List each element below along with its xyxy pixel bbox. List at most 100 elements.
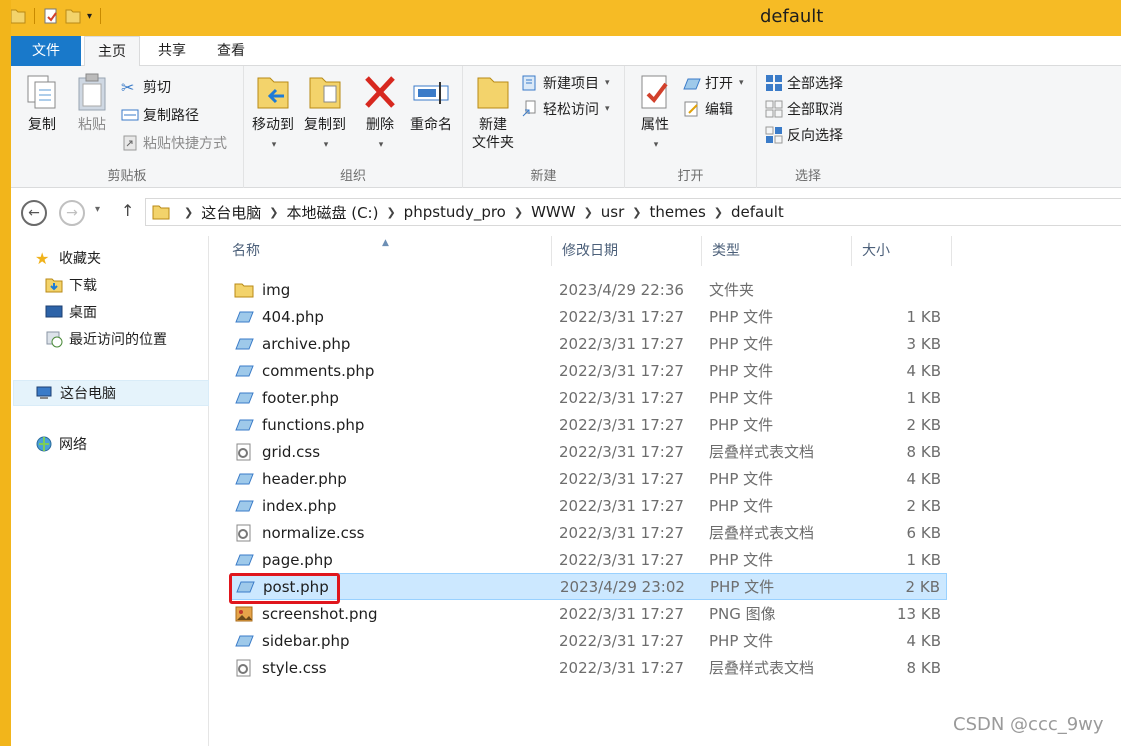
title-bar: ▾ default (0, 0, 1121, 36)
file-row[interactable]: footer.php 2022/3/31 17:27 PHP 文件 1 KB (230, 384, 947, 411)
nav-recent[interactable]: 最近访问的位置 (45, 329, 167, 349)
select-none-icon (765, 100, 783, 118)
new-item-button[interactable]: 新建项目 ▾ (521, 72, 610, 94)
breadcrumb-separator[interactable]: ❯ (269, 206, 278, 219)
breadcrumb-www[interactable]: WWW (531, 203, 576, 221)
paste-shortcut-button[interactable]: 粘贴快捷方式 (121, 132, 227, 154)
file-row[interactable]: 404.php 2022/3/31 17:27 PHP 文件 1 KB (230, 303, 947, 330)
select-all-icon (766, 75, 782, 91)
file-size: 1 KB (906, 550, 941, 569)
forward-button[interactable]: → (59, 200, 85, 226)
properties-label: 属性 (641, 117, 669, 133)
file-row[interactable]: comments.php 2022/3/31 17:27 PHP 文件 4 KB (230, 357, 947, 384)
folder-icon (152, 205, 170, 220)
file-row[interactable]: functions.php 2022/3/31 17:27 PHP 文件 2 KB (230, 411, 947, 438)
nav-favorites-label: 收藏夹 (59, 251, 101, 267)
tab-share[interactable]: 共享 (144, 36, 200, 66)
file-name-cell: page.php (234, 551, 333, 569)
breadcrumb-phpstudy[interactable]: phpstudy_pro (404, 203, 506, 221)
file-size: 1 KB (906, 307, 941, 326)
invert-selection-icon (765, 126, 783, 144)
file-name-cell: 404.php (234, 308, 324, 326)
file-row[interactable]: archive.php 2022/3/31 17:27 PHP 文件 3 KB (230, 330, 947, 357)
rename-button[interactable]: 重命名 (406, 72, 456, 134)
file-row[interactable]: header.php 2022/3/31 17:27 PHP 文件 4 KB (230, 465, 947, 492)
breadcrumb-usr[interactable]: usr (601, 203, 625, 221)
breadcrumb-default[interactable]: default (731, 203, 784, 221)
address-bar[interactable]: ❯ 这台电脑 ❯ 本地磁盘 (C:) ❯ phpstudy_pro ❯ WWW … (145, 198, 1121, 226)
arrow-left-icon: ← (28, 205, 40, 221)
column-header-type[interactable]: 类型 (702, 236, 852, 266)
ribbon-tabs: 文件 主页 共享 查看 (11, 36, 1121, 67)
properties-button[interactable]: 属性 ▾ (633, 72, 677, 154)
nav-downloads[interactable]: 下载 (45, 275, 97, 295)
breadcrumb-separator[interactable]: ❯ (714, 206, 723, 219)
delete-button[interactable]: 删除 ▾ (360, 72, 400, 154)
breadcrumb-separator[interactable]: ❯ (184, 206, 193, 219)
rename-icon (413, 82, 449, 104)
css-file-icon (236, 524, 251, 541)
breadcrumb-this-pc[interactable]: 这台电脑 (201, 202, 261, 223)
new-folder-button[interactable]: 新建 文件夹 (469, 72, 517, 152)
file-row[interactable]: normalize.css 2022/3/31 17:27 层叠样式表文档 6 KB (230, 519, 947, 546)
file-row[interactable]: grid.css 2022/3/31 17:27 层叠样式表文档 8 KB (230, 438, 947, 465)
customize-toolbar-icon[interactable]: ▾ (87, 11, 92, 22)
column-header-name[interactable]: ▲ 名称 (222, 236, 552, 266)
up-arrow-icon[interactable]: ↑ (121, 201, 134, 220)
file-row[interactable]: style.css 2022/3/31 17:27 层叠样式表文档 8 KB (230, 654, 947, 681)
file-row[interactable]: index.php 2022/3/31 17:27 PHP 文件 2 KB (230, 492, 947, 519)
breadcrumb-themes[interactable]: themes (650, 203, 706, 221)
chevron-down-icon: ▾ (271, 140, 277, 150)
breadcrumb-separator[interactable]: ❯ (632, 206, 641, 219)
file-size: 2 KB (906, 415, 941, 434)
file-name-cell: archive.php (234, 335, 350, 353)
file-type: PHP 文件 (709, 389, 774, 407)
chevron-down-icon: ▾ (653, 140, 659, 150)
file-row[interactable]: img 2023/4/29 22:36 文件夹 (230, 276, 947, 303)
new-item-icon (522, 75, 536, 91)
column-header-size[interactable]: 大小 (852, 236, 952, 266)
cut-button[interactable]: ✂ 剪切 (121, 76, 171, 98)
file-row[interactable]: page.php 2022/3/31 17:27 PHP 文件 1 KB (230, 546, 947, 573)
select-none-button[interactable]: 全部取消 (765, 98, 843, 120)
highlight-annotation (229, 573, 340, 604)
tab-file[interactable]: 文件 (11, 36, 81, 66)
file-type: 文件夹 (709, 281, 755, 299)
copy-to-button[interactable]: 复制到 ▾ (300, 72, 350, 154)
column-header-date[interactable]: 修改日期 (552, 236, 702, 266)
tab-view[interactable]: 查看 (203, 36, 259, 66)
new-folder-icon (477, 77, 509, 109)
breadcrumb-separator[interactable]: ❯ (584, 206, 593, 219)
file-type: PHP 文件 (709, 632, 774, 650)
folder-icon[interactable] (10, 7, 26, 25)
easy-access-button[interactable]: 轻松访问 ▾ (521, 98, 610, 120)
nav-network[interactable]: 网络 (35, 434, 87, 454)
new-folder-icon[interactable] (65, 7, 81, 25)
nav-favorites[interactable]: ★ 收藏夹 (35, 248, 101, 268)
delete-icon (365, 76, 395, 108)
tab-home[interactable]: 主页 (84, 36, 140, 67)
file-name: screenshot.png (262, 604, 378, 623)
back-button[interactable]: ← (21, 200, 47, 226)
select-all-button[interactable]: 全部选择 (765, 72, 843, 94)
copy-button[interactable]: 复制 (21, 72, 63, 134)
nav-downloads-label: 下载 (69, 278, 97, 294)
breadcrumb-separator[interactable]: ❯ (514, 206, 523, 219)
nav-desktop[interactable]: 桌面 (45, 302, 97, 322)
breadcrumb-local-disk[interactable]: 本地磁盘 (C:) (286, 202, 378, 223)
file-row[interactable]: sidebar.php 2022/3/31 17:27 PHP 文件 4 KB (230, 627, 947, 654)
open-button[interactable]: 打开 ▾ (683, 72, 744, 94)
php-file-icon (235, 554, 254, 565)
breadcrumb-separator[interactable]: ❯ (386, 206, 395, 219)
paste-button[interactable]: 粘贴 (71, 72, 113, 134)
file-row[interactable]: screenshot.png 2022/3/31 17:27 PNG 图像 13 KB (230, 600, 947, 627)
invert-selection-button[interactable]: 反向选择 (765, 124, 843, 146)
file-type: 层叠样式表文档 (709, 443, 815, 461)
file-name-cell: comments.php (234, 362, 374, 380)
copy-path-button[interactable]: 复制路径 (121, 104, 199, 126)
move-to-button[interactable]: 移动到 ▾ (248, 72, 298, 154)
nav-this-pc[interactable]: 这台电脑 (13, 380, 209, 406)
recent-locations-icon[interactable]: ▾ (95, 204, 100, 215)
properties-icon[interactable] (43, 7, 59, 25)
edit-button[interactable]: 编辑 (683, 98, 733, 120)
